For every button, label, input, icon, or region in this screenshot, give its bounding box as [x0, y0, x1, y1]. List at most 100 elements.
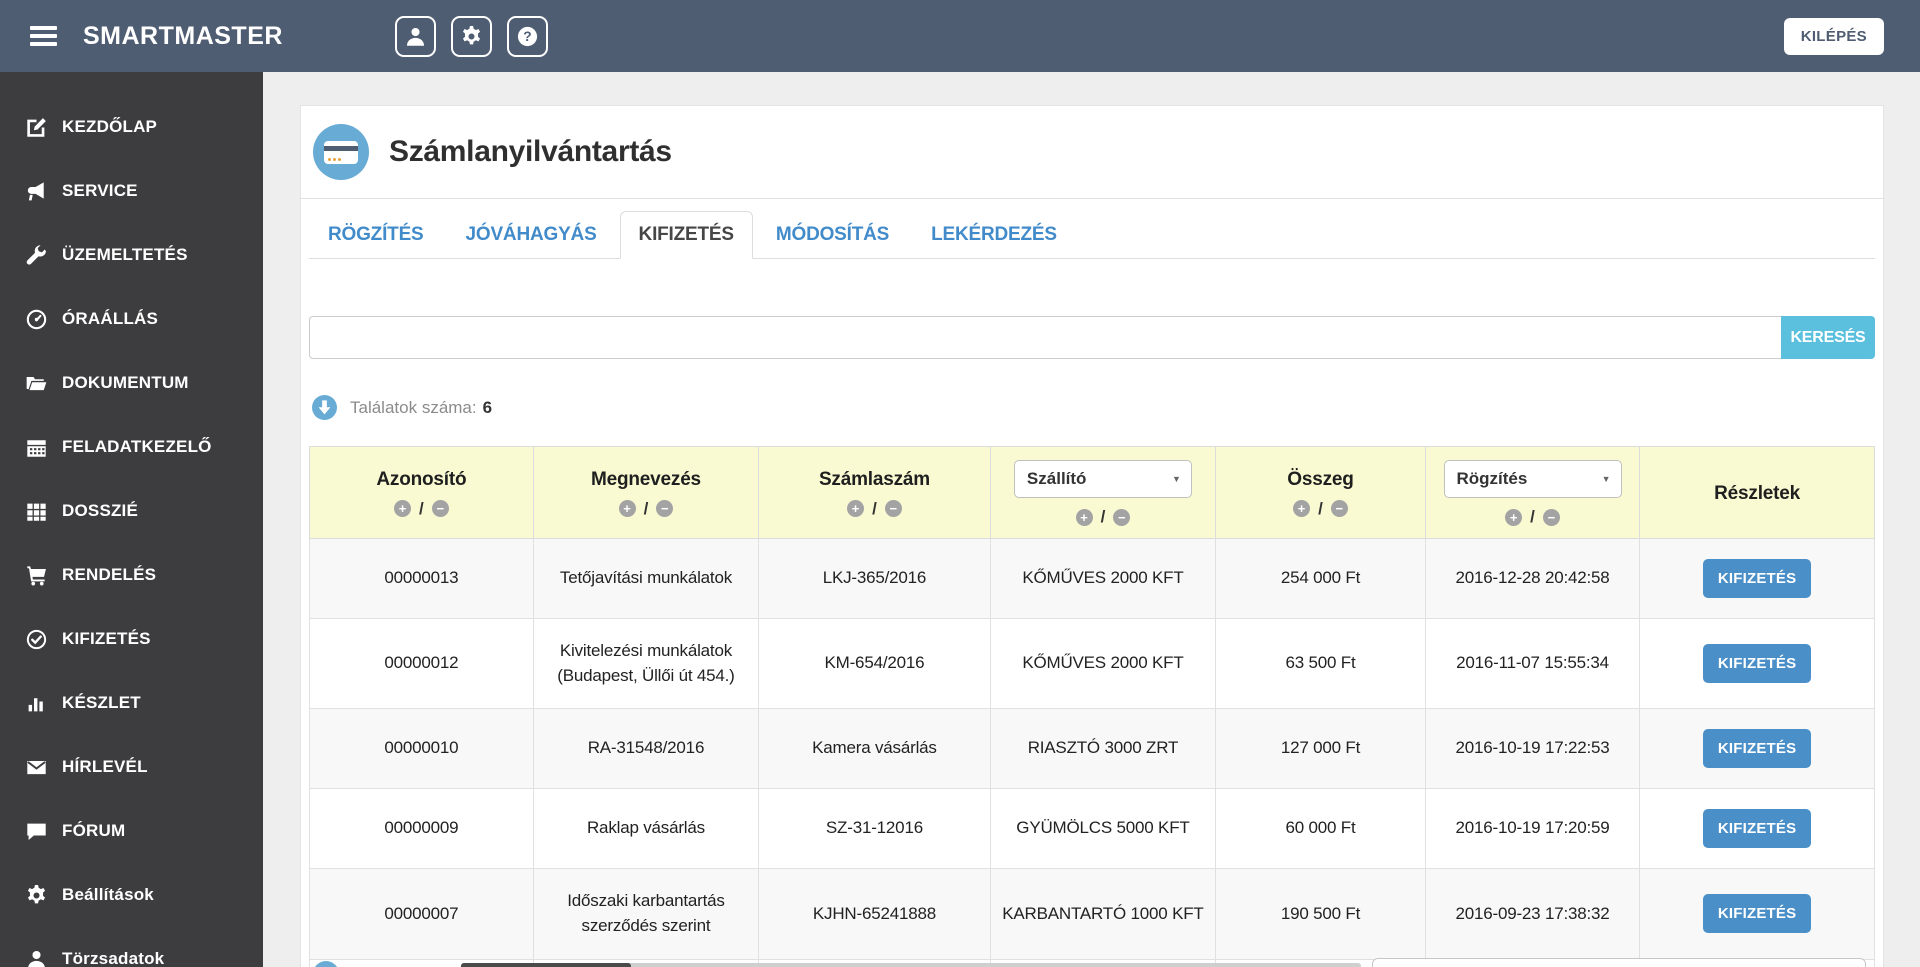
sidebar-item-label: FÓRUM	[62, 821, 126, 840]
sidebar-item-label: KEZDŐLAP	[62, 117, 158, 136]
sort-descending-button[interactable]: −	[884, 500, 902, 517]
sidebar-item-label: Beállítások	[62, 885, 154, 904]
cell-action: KIFIZETÉS	[1639, 868, 1875, 960]
chevron-down-icon: ▼	[1601, 474, 1611, 484]
brand-title: SMARTMASTER	[83, 21, 283, 50]
sort-ascending-button[interactable]: +	[847, 500, 865, 517]
sort-divider: /	[1318, 498, 1323, 518]
tab-modositas[interactable]: MÓDOSÍTÁS	[757, 211, 908, 259]
cell-invoice: KM-654/2016	[758, 617, 991, 710]
sidebar-item-service[interactable]: SERVICE	[0, 159, 263, 223]
sort-ascending-button[interactable]: +	[1505, 508, 1523, 526]
user-button[interactable]	[394, 15, 436, 57]
sort-descending-button[interactable]: −	[656, 500, 674, 517]
cell-invoice: SZ-31-12016	[758, 788, 991, 870]
help-button[interactable]: ?	[506, 15, 548, 57]
search-input[interactable]	[309, 316, 1781, 359]
table-header-row: Azonosító + / − Megnevezés + / − Számlaszám + / − Sz…	[309, 446, 1875, 539]
horizontal-scrollbar-thumb[interactable]	[461, 963, 631, 967]
cell-amount: 190 500 Ft	[1215, 868, 1426, 960]
gear-button[interactable]	[450, 15, 492, 57]
table-row: 00000012 Kivitelezési munkálatok (Budapes…	[309, 617, 1875, 710]
search-button[interactable]: KERESÉS	[1781, 316, 1875, 359]
sidebar-item-oraallas[interactable]: ÓRAÁLLÁS	[0, 287, 263, 351]
sidebar-item-label: KIFIZETÉS	[62, 629, 151, 648]
cell-name: Kivitelezési munkálatok (Budapest, Üllői…	[532, 617, 760, 710]
results-count: 6	[482, 397, 493, 417]
sidebar-item-rendeles[interactable]: RENDELÉS	[0, 543, 263, 607]
topbar-actions: ?	[394, 15, 548, 57]
arrow-circle-down-icon	[312, 395, 337, 420]
kifizetes-button[interactable]: KIFIZETÉS	[1702, 894, 1812, 934]
table-row: 00000013 Tetőjavítási munkálatok LKJ-365/2…	[309, 538, 1875, 619]
cell-action: KIFIZETÉS	[1639, 788, 1875, 870]
sidebar-item-uzemeltetes[interactable]: ÜZEMELTETÉS	[0, 223, 263, 287]
column-header-rogzites: Rögzítés ▼ + / −	[1424, 446, 1641, 539]
cell-name: RA-31548/2016	[532, 708, 760, 790]
logout-button[interactable]: KILÉPÉS	[1783, 17, 1884, 55]
sort-descending-button[interactable]: −	[1542, 508, 1560, 526]
kifizetes-button[interactable]: KIFIZETÉS	[1702, 559, 1812, 598]
column-label: Megnevezés	[590, 468, 701, 490]
kifizetes-button[interactable]: KIFIZETÉS	[1702, 644, 1812, 684]
sidebar-item-kifizetes[interactable]: KIFIZETÉS	[0, 607, 263, 671]
sort-descending-button[interactable]: −	[1113, 508, 1131, 526]
sidebar-item-feladatkezelo[interactable]: FELADATKEZELŐ	[0, 415, 263, 479]
filter-select-szallito[interactable]: Szállító ▼	[1013, 460, 1192, 498]
sidebar-item-kezdolap[interactable]: KEZDŐLAP	[0, 95, 263, 159]
sort-divider: /	[419, 498, 424, 518]
filter-select-rogzites[interactable]: Rögzítés ▼	[1443, 460, 1622, 498]
sort-ascending-button[interactable]: +	[1075, 508, 1093, 526]
tab-jovahagyas[interactable]: JÓVÁHAGYÁS	[447, 211, 616, 259]
sort-ascending-button[interactable]: +	[618, 500, 636, 517]
kifizetes-button[interactable]: KIFIZETÉS	[1702, 809, 1812, 849]
gauge-icon	[26, 309, 47, 330]
tab-lekerdezes[interactable]: LEKÉRDEZÉS	[912, 211, 1076, 259]
cell-supplier: RIASZTÓ 3000 ZRT	[989, 708, 1217, 790]
sort-ascending-button[interactable]: +	[1293, 500, 1311, 517]
pagination-select-partial[interactable]	[1372, 958, 1866, 967]
cell-id: 00000012	[309, 617, 534, 710]
sidebar-item-label: SERVICE	[62, 181, 138, 200]
sidebar-item-dosszie[interactable]: DOSSZIÉ	[0, 479, 263, 543]
cell-date: 2016-09-23 17:38:32	[1424, 868, 1641, 960]
cell-id: 00000013	[309, 538, 534, 619]
sidebar-menu: KEZDŐLAP SERVICE ÜZEMELTETÉS ÓRAÁLLÁS DOKUME…	[0, 72, 263, 967]
search-bar: KERESÉS	[309, 316, 1875, 359]
hamburger-icon[interactable]	[24, 20, 63, 52]
table-body: 00000013 Tetőjavítási munkálatok LKJ-365/2…	[309, 538, 1875, 967]
sidebar-item-beallitasok[interactable]: Beállítások	[0, 863, 263, 927]
cell-name: Időszaki karbantartás szerződés szerint	[532, 868, 760, 960]
page-header: Számlanyilvántartás	[301, 106, 1883, 199]
sidebar-item-torzsadatok[interactable]: Törzsadatok	[0, 927, 263, 967]
user-icon	[405, 26, 426, 47]
tab-rogzites[interactable]: RÖGZÍTÉS	[309, 211, 443, 259]
cell-date: 2016-10-19 17:22:53	[1424, 708, 1641, 790]
sort-descending-button[interactable]: −	[1330, 500, 1348, 517]
cell-invoice: LKJ-365/2016	[758, 538, 991, 619]
svg-text:?: ?	[523, 29, 531, 44]
megaphone-icon	[26, 181, 47, 202]
sort-descending-button[interactable]: −	[431, 500, 449, 517]
sidebar-item-dokumentum[interactable]: DOKUMENTUM	[0, 351, 263, 415]
sort-ascending-button[interactable]: +	[394, 500, 412, 517]
cell-invoice: KJHN-65241888	[758, 868, 991, 960]
column-header-szamlaszam: Számlaszám + / −	[758, 446, 991, 539]
comment-icon	[26, 821, 47, 842]
column-label: Részletek	[1714, 482, 1801, 504]
tab-kifizetes[interactable]: KIFIZETÉS	[619, 211, 753, 259]
sidebar-item-keszlet[interactable]: KÉSZLET	[0, 671, 263, 735]
sidebar-item-forum[interactable]: FÓRUM	[0, 799, 263, 863]
gear-icon	[461, 25, 482, 47]
cell-supplier: KŐMŰVES 2000 KFT	[989, 538, 1217, 619]
help-icon: ?	[517, 26, 538, 47]
cell-supplier: GYÜMÖLCS 5000 KFT	[989, 788, 1217, 870]
sidebar-item-label: Törzsadatok	[62, 949, 165, 967]
sidebar-item-label: ÜZEMELTETÉS	[62, 245, 188, 264]
column-header-megnevezes: Megnevezés + / −	[532, 446, 760, 539]
kifizetes-button[interactable]: KIFIZETÉS	[1702, 729, 1812, 769]
sidebar-item-label: RENDELÉS	[62, 565, 157, 584]
sidebar-item-hirlevel[interactable]: HÍRLEVÉL	[0, 735, 263, 799]
column-label: Számlaszám	[818, 468, 930, 490]
cell-action: KIFIZETÉS	[1639, 617, 1875, 710]
